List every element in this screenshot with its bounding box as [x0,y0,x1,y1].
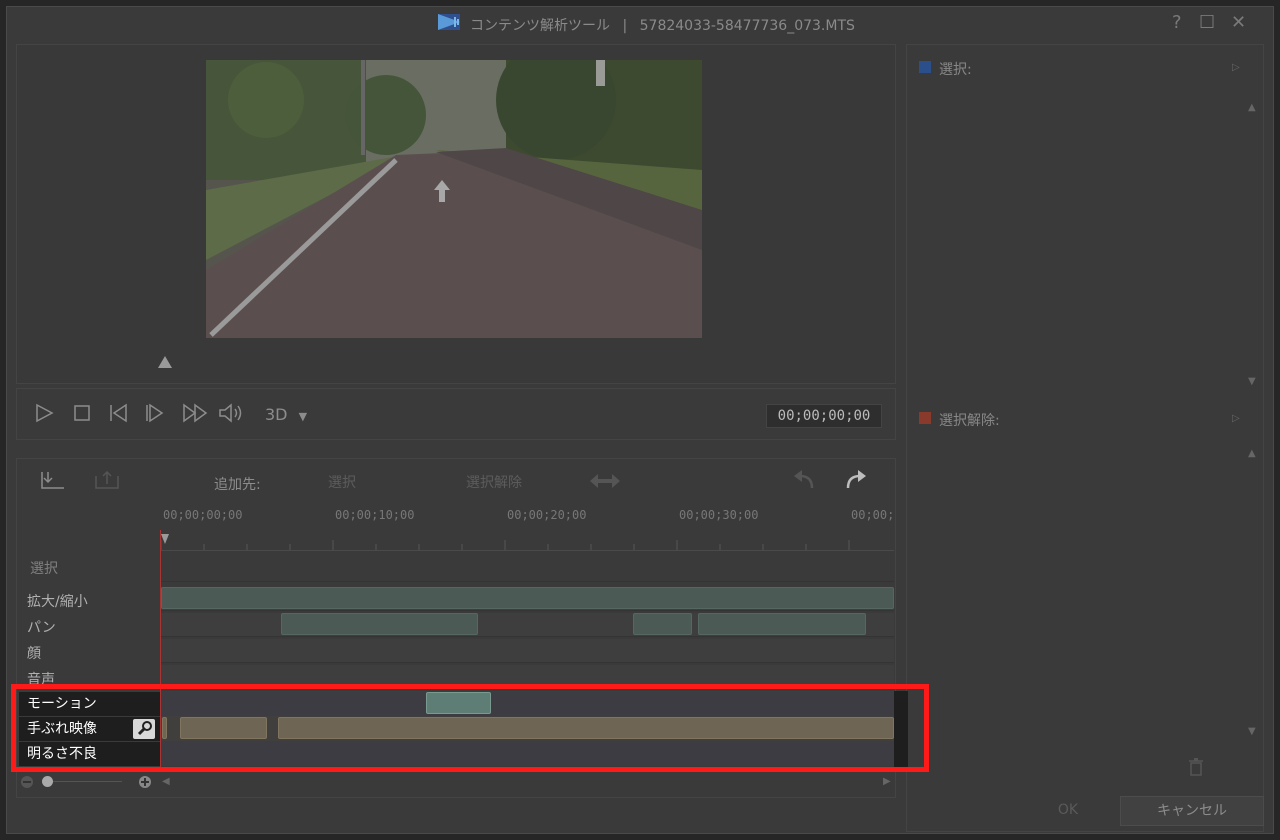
stop-icon[interactable] [72,403,92,428]
scroll-down-icon[interactable]: ▼ [1248,376,1256,387]
select-label: 選択: [939,62,972,78]
next-frame-icon[interactable] [145,403,167,428]
track-label-face: 顔 [27,646,41,662]
scroll-down-icon[interactable]: ▼ [1248,726,1256,737]
zoom-slider-handle[interactable] [42,776,53,787]
app-logo [438,14,460,30]
undo-icon[interactable] [792,470,818,496]
add-to-deselect-button[interactable]: 選択解除 [466,472,522,492]
add-to-label: 追加先: [214,477,261,493]
highlight-box [11,684,929,772]
tick-label: 00;00;20;00 [507,508,587,522]
file-name: 57824033-58477736_073.MTS [639,18,855,34]
zoom-clip[interactable] [161,587,894,609]
track-label-pan: パン [27,620,56,636]
scroll-left-icon[interactable]: ◀ [162,776,170,787]
track-label-zoom: 拡大/縮小 [27,594,88,610]
3d-mode-dropdown[interactable]: 3D ▼ [265,405,307,424]
select-color-box [919,61,931,73]
3d-mode-label: 3D [265,405,288,424]
selection-panel [906,44,1264,832]
chevron-down-icon: ▼ [298,410,308,423]
tick-label: 00;00;30;00 [679,508,759,522]
play-icon[interactable] [34,403,54,428]
redo-icon[interactable] [842,470,868,496]
tick-label: 00;00;10;00 [335,508,415,522]
scrubber-handle[interactable] [158,356,172,368]
tick-label: 00;00;00;00 [163,508,243,522]
track-row-pan[interactable] [161,613,894,637]
close-icon[interactable]: ✕ [1231,12,1246,33]
scroll-up-icon[interactable]: ▲ [1248,448,1256,459]
zoom-slider-track[interactable] [42,781,122,782]
title-separator: | [622,18,628,34]
pan-clip[interactable] [633,613,692,635]
track-row-face[interactable] [161,639,894,663]
swap-icon[interactable] [588,472,622,494]
track-row-select[interactable] [161,554,894,582]
trash-icon[interactable] [1188,758,1204,780]
timecode-display: 00;00;00;00 [766,404,882,428]
volume-icon[interactable] [218,403,244,428]
zoom-out-icon[interactable] [20,775,34,793]
fast-forward-icon[interactable] [182,403,210,428]
cancel-button[interactable]: キャンセル [1120,796,1264,826]
tick-label: 00;00; [851,508,895,522]
time-ruler[interactable] [160,526,894,551]
expand-arrow-icon[interactable]: ▷ [1232,413,1240,424]
video-frame [206,60,702,338]
deselect-color-box [919,412,931,424]
deselect-label: 選択解除: [939,413,1000,429]
track-label-select: 選択 [30,561,58,577]
add-to-select-button[interactable]: 選択 [328,472,356,492]
expand-arrow-icon[interactable]: ▷ [1232,62,1240,73]
track-row-zoom[interactable] [161,587,894,611]
help-icon[interactable]: ? [1172,12,1182,33]
previous-frame-icon[interactable] [108,403,130,428]
scroll-up-icon[interactable]: ▲ [1248,102,1256,113]
scroll-right-icon[interactable]: ▶ [883,776,891,787]
import-icon[interactable] [38,468,68,496]
maximize-icon[interactable]: ☐ [1199,12,1215,33]
ok-button[interactable]: OK [1020,796,1116,824]
pan-clip[interactable] [698,613,866,635]
app-title: コンテンツ解析ツール [470,18,610,34]
pan-clip[interactable] [281,613,478,635]
zoom-in-icon[interactable] [138,775,152,793]
export-icon[interactable] [92,468,122,496]
window-title: コンテンツ解析ツール | 57824033-58477736_073.MTS [470,15,855,35]
